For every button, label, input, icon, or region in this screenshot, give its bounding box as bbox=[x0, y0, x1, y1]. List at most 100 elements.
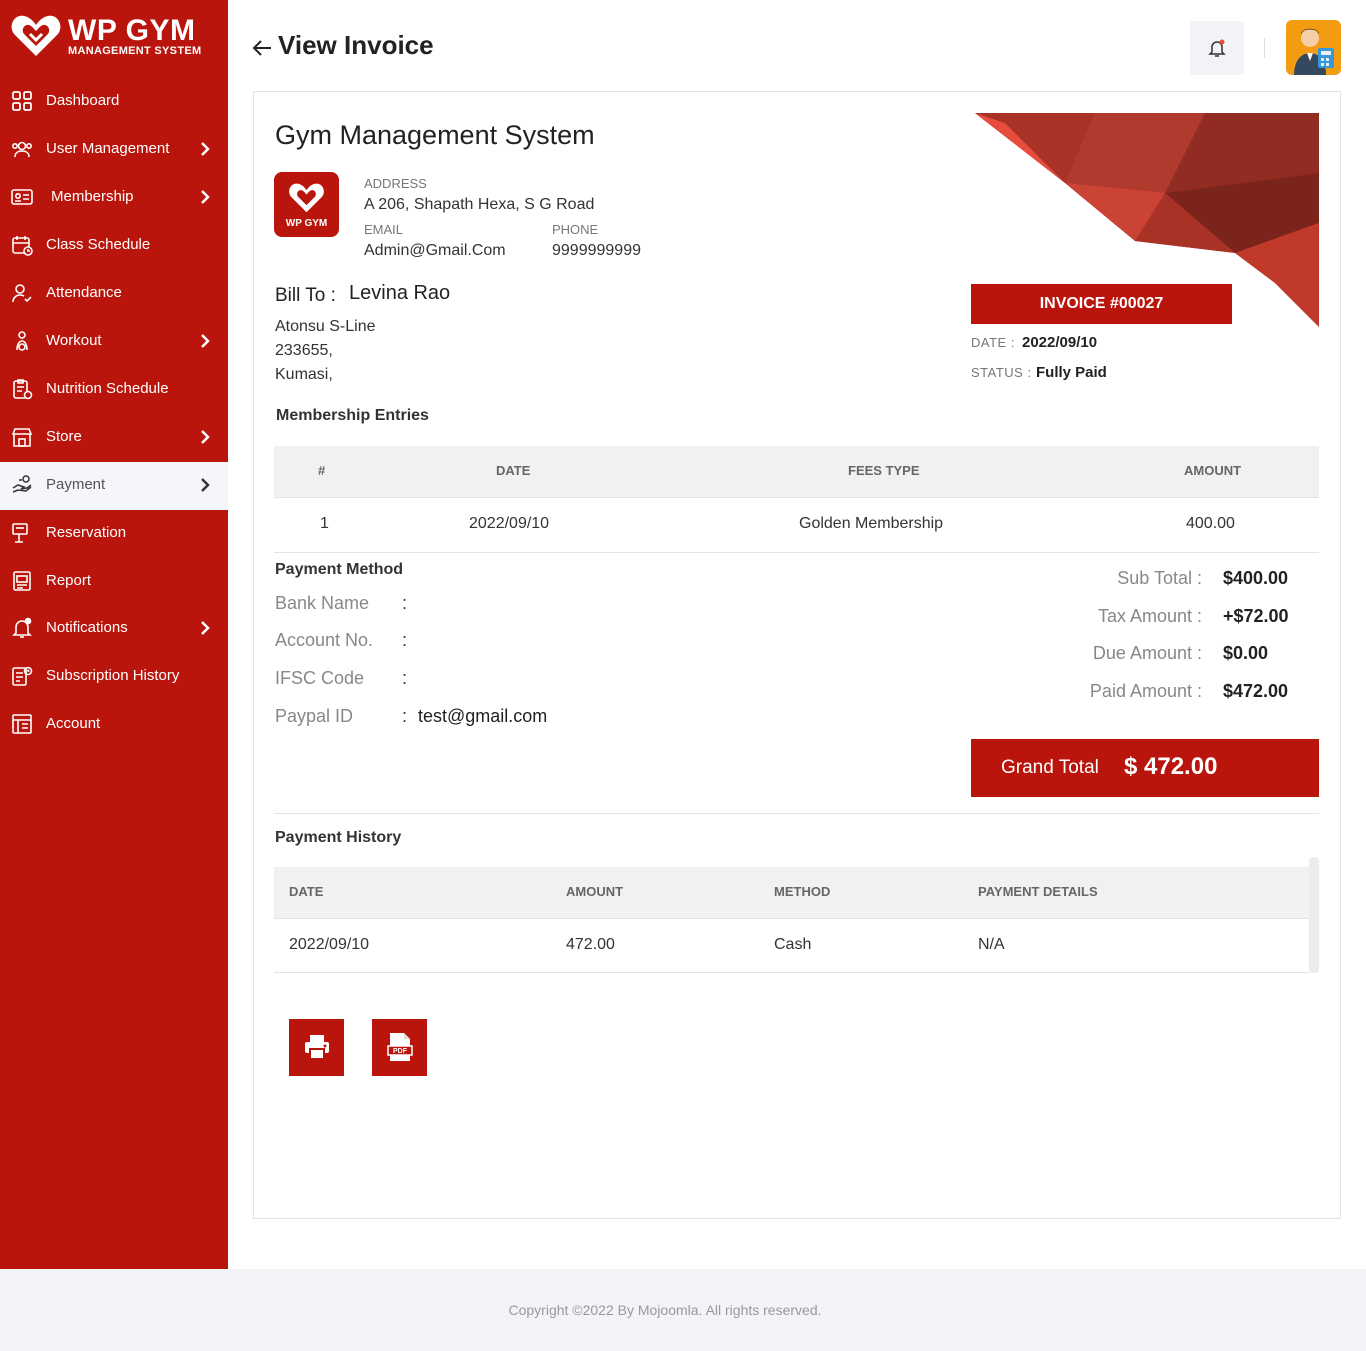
sidebar-item-label: Membership bbox=[51, 188, 134, 205]
back-arrow-icon[interactable] bbox=[251, 37, 273, 59]
bank-name-label: Bank Name bbox=[275, 593, 370, 613]
sidebar-item-label: Class Schedule bbox=[46, 236, 151, 253]
sidebar-item-label: Account bbox=[46, 715, 101, 732]
heart-logo-icon bbox=[289, 183, 324, 213]
chevron-right-icon bbox=[201, 190, 210, 204]
entries-table-header bbox=[274, 446, 1319, 497]
workout-icon bbox=[16, 331, 28, 351]
column-header: DATE bbox=[289, 884, 324, 899]
brand-title: WP GYM bbox=[68, 14, 196, 47]
store-icon bbox=[11, 428, 33, 447]
svg-text:PDF: PDF bbox=[393, 1048, 408, 1055]
avatar[interactable] bbox=[1286, 20, 1341, 75]
sidebar-item-nutrition-schedule[interactable]: Nutrition Schedule bbox=[0, 366, 228, 414]
sidebar-item-store[interactable]: Store bbox=[0, 414, 228, 462]
sidebar-item-subscription-history[interactable]: Subscription History bbox=[0, 653, 228, 701]
ifsc-code-label: IFSC Code bbox=[275, 668, 365, 688]
sidebar-item-payment[interactable]: Payment bbox=[0, 462, 228, 510]
sub-total-label: Sub Total : bbox=[1117, 568, 1202, 588]
paypal-id-label: Paypal ID bbox=[275, 706, 354, 726]
column-header: AMOUNT bbox=[1184, 463, 1242, 478]
heart-logo-icon bbox=[11, 15, 61, 56]
bill-to-name: Levina Rao bbox=[349, 282, 451, 304]
sidebar-item-dashboard[interactable]: Dashboard bbox=[0, 78, 228, 126]
table-cell: N/A bbox=[978, 936, 1005, 953]
bill-to-address-line: Kumasi, bbox=[275, 366, 333, 383]
invoice-date-value: 2022/09/10 bbox=[1022, 334, 1098, 351]
sidebar-item-class-schedule[interactable]: Class Schedule bbox=[0, 222, 228, 270]
bill-to-label: Bill To : bbox=[275, 285, 336, 306]
print-icon bbox=[305, 1035, 329, 1060]
brand-subtitle: MANAGEMENT SYSTEM bbox=[68, 45, 202, 57]
phone-value: 9999999999 bbox=[552, 242, 641, 259]
sidebar: WP GYM MANAGEMENT SYSTEM Dashboard User … bbox=[0, 0, 228, 1269]
account-no-label: Account No. bbox=[275, 630, 374, 650]
table-scrollbar[interactable] bbox=[1309, 857, 1319, 973]
sidebar-item-membership[interactable]: Membership bbox=[0, 174, 228, 222]
sidebar-item-attendance[interactable]: Attendance bbox=[0, 270, 228, 318]
colon: : bbox=[402, 706, 408, 726]
table-cell: 400.00 bbox=[1186, 515, 1235, 532]
colon: : bbox=[402, 593, 408, 613]
membership-card-icon bbox=[11, 189, 33, 205]
clipboard-icon bbox=[13, 379, 33, 400]
sidebar-item-report[interactable]: Report bbox=[0, 558, 228, 606]
sidebar-item-label: Notifications bbox=[46, 619, 128, 636]
table-divider bbox=[274, 497, 1319, 498]
payment-history-title: Payment History bbox=[275, 829, 402, 846]
table-cell: 1 bbox=[320, 515, 329, 532]
table-divider bbox=[274, 918, 1309, 919]
due-amount-label: Due Amount : bbox=[1092, 643, 1202, 663]
column-header: PAYMENT DETAILS bbox=[978, 884, 1098, 899]
reservation-icon bbox=[12, 523, 28, 543]
sidebar-item-notifications[interactable]: Notifications bbox=[0, 605, 228, 653]
sidebar-item-label: Attendance bbox=[46, 284, 122, 301]
bill-to-address-line: Atonsu S-Line bbox=[275, 318, 376, 335]
sidebar-item-reservation[interactable]: Reservation bbox=[0, 510, 228, 558]
header-divider bbox=[1264, 38, 1265, 58]
tax-amount-value: +$72.00 bbox=[1223, 606, 1289, 626]
brand-logo[interactable]: WP GYM MANAGEMENT SYSTEM bbox=[10, 12, 220, 62]
sidebar-item-user-management[interactable]: User Management bbox=[0, 126, 228, 174]
sidebar-item-label: Store bbox=[46, 428, 82, 445]
report-icon bbox=[13, 571, 31, 591]
pdf-button[interactable]: PDF bbox=[372, 1019, 427, 1076]
notification-button[interactable] bbox=[1190, 21, 1244, 75]
column-header: METHOD bbox=[774, 884, 831, 899]
print-button[interactable] bbox=[289, 1019, 344, 1076]
section-divider bbox=[274, 813, 1319, 814]
due-amount-value: $0.00 bbox=[1223, 643, 1269, 663]
grand-total-label: Grand Total bbox=[1001, 757, 1099, 778]
invoice-status-label: STATUS : bbox=[971, 365, 1032, 380]
payment-method-title: Payment Method bbox=[275, 561, 404, 578]
sidebar-item-account[interactable]: Account bbox=[0, 701, 228, 749]
table-cell: Cash bbox=[774, 936, 812, 953]
users-icon bbox=[11, 141, 33, 158]
sidebar-item-workout[interactable]: Workout bbox=[0, 318, 228, 366]
payment-hand-icon bbox=[12, 475, 32, 493]
column-header: AMOUNT bbox=[566, 884, 624, 899]
table-divider bbox=[274, 972, 1309, 973]
column-header: # bbox=[318, 463, 326, 478]
grand-total-value: $ 472.00 bbox=[1124, 753, 1218, 780]
user-avatar-icon bbox=[1294, 28, 1334, 75]
sidebar-item-label: Reservation bbox=[46, 524, 127, 541]
sidebar-item-label: User Management bbox=[46, 140, 170, 157]
colon: : bbox=[402, 668, 408, 688]
calendar-icon bbox=[12, 236, 33, 256]
account-icon bbox=[12, 714, 32, 734]
sidebar-item-label: Payment bbox=[46, 476, 106, 493]
table-cell: 472.00 bbox=[566, 936, 615, 953]
column-header: FEES TYPE bbox=[848, 463, 920, 478]
paid-amount-label: Paid Amount : bbox=[1089, 681, 1202, 701]
address-value: A 206, Shapath Hexa, S G Road bbox=[364, 196, 595, 213]
sidebar-item-label: Subscription History bbox=[46, 667, 180, 684]
email-label: EMAIL bbox=[364, 222, 404, 237]
table-cell: Golden Membership bbox=[799, 515, 944, 532]
invoice-status-value: Fully Paid bbox=[1036, 364, 1107, 381]
chevron-right-icon bbox=[201, 621, 210, 635]
phone-label: PHONE bbox=[552, 222, 599, 237]
history-icon bbox=[12, 666, 33, 686]
bell-icon bbox=[1208, 39, 1226, 57]
paid-amount-value: $472.00 bbox=[1223, 681, 1289, 701]
